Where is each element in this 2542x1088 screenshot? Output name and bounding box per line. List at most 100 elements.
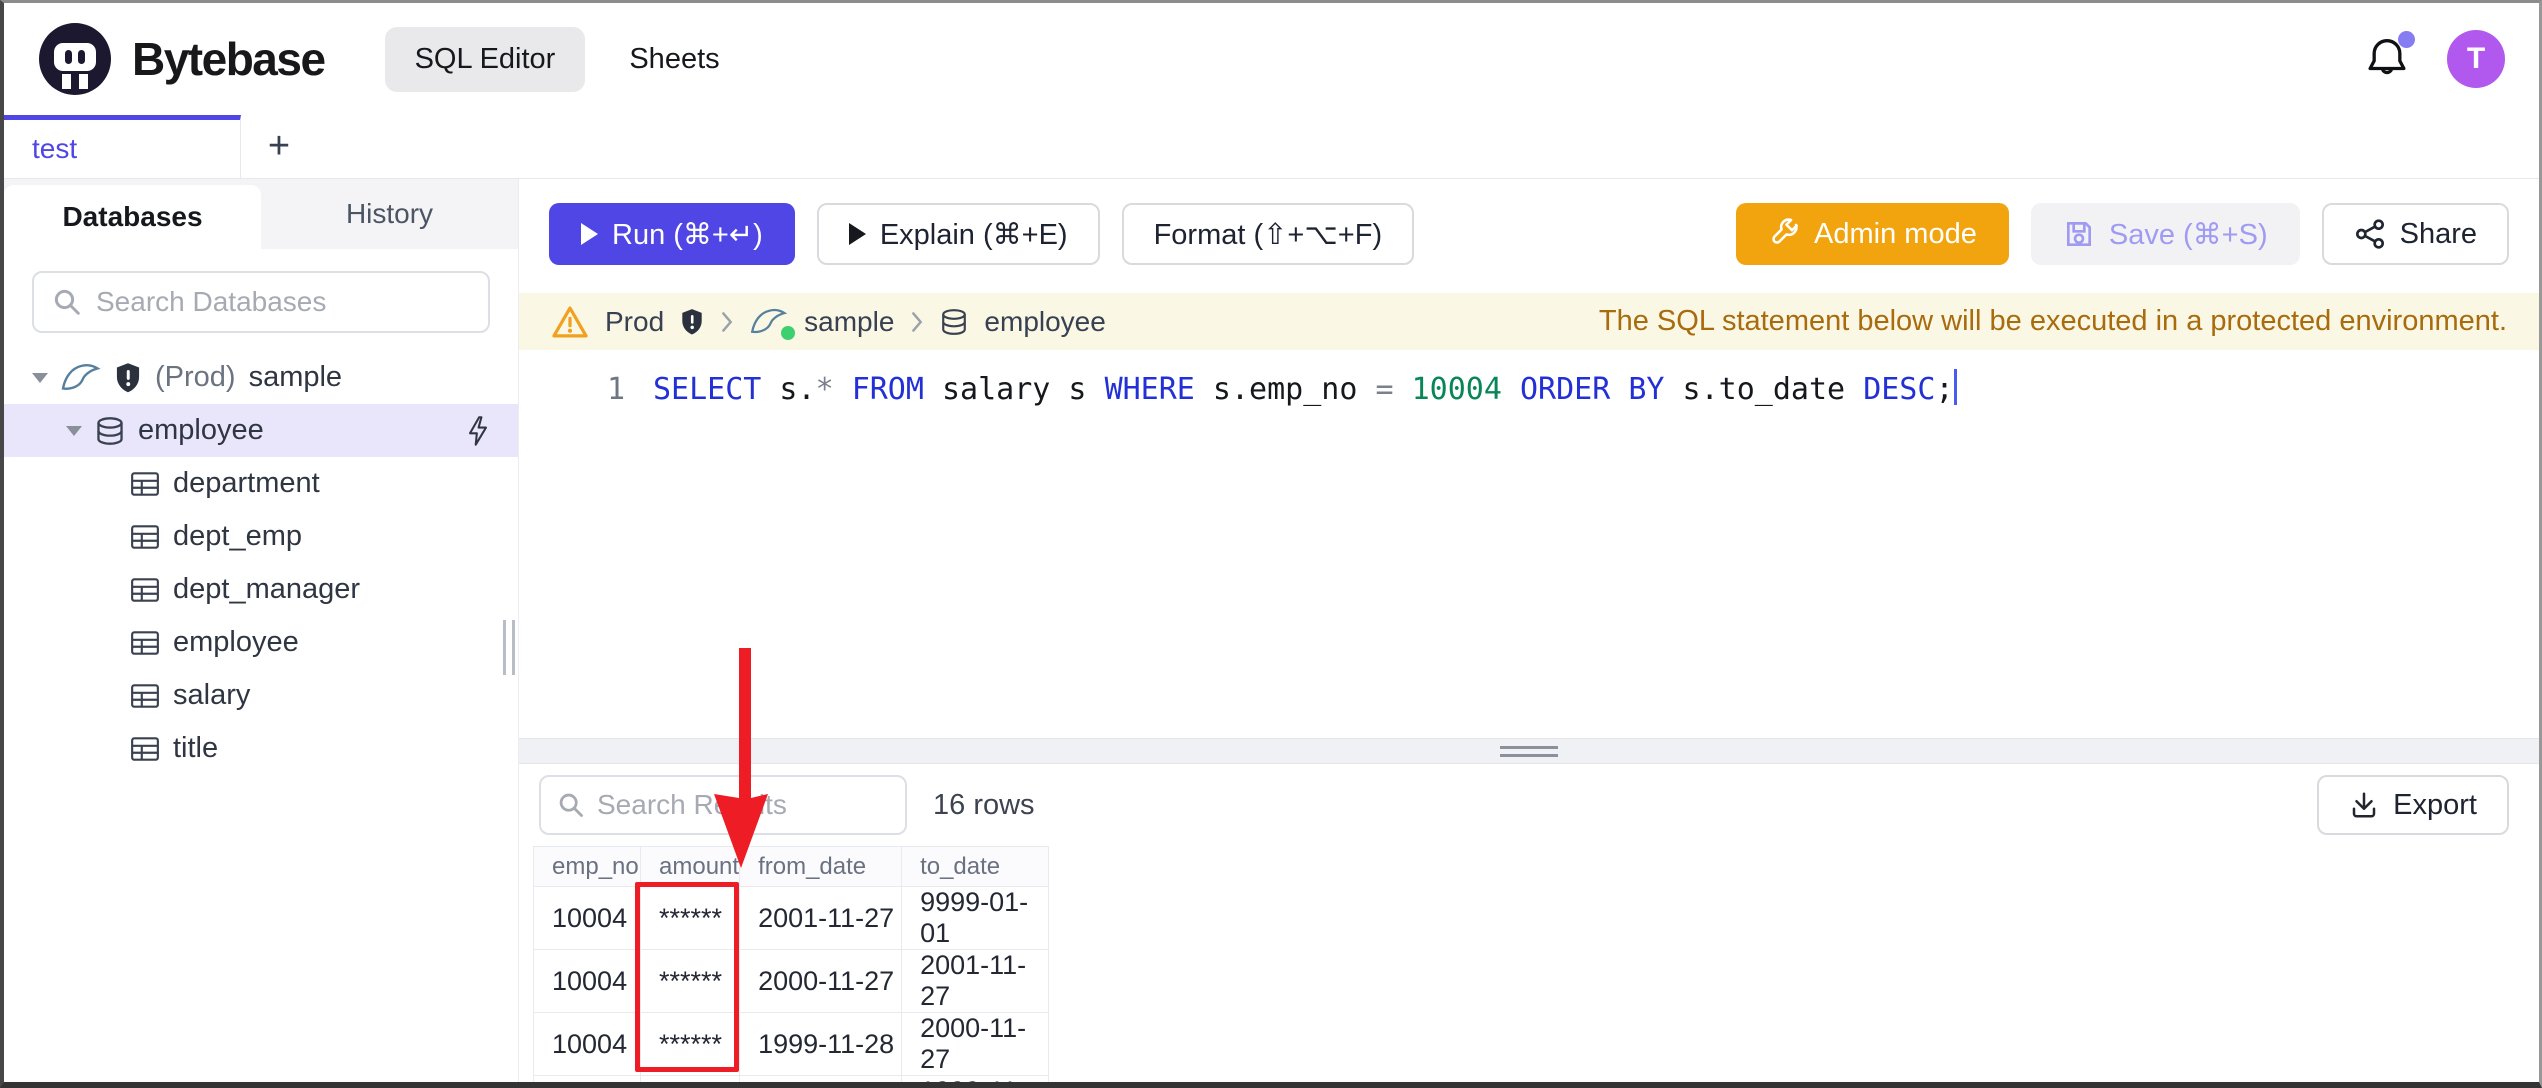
bytebase-sql-editor-window: Bytebase SQL Editor Sheets T test + Data… <box>0 0 2542 1088</box>
tree-table-employee[interactable]: employee <box>4 616 518 669</box>
main-panel: Run (⌘+↵) Explain (⌘+E) Format (⇧+⌥+F) A… <box>519 179 2539 1082</box>
share-button[interactable]: Share <box>2321 203 2509 265</box>
notification-dot <box>2398 31 2415 48</box>
sidebar-resize-handle[interactable] <box>503 620 515 675</box>
column-header-amount[interactable]: amount <box>639 846 741 887</box>
cell[interactable]: 2000-11-27 <box>739 949 903 1013</box>
table-name: title <box>173 732 219 764</box>
body: Databases History Search Databases (Prod… <box>4 179 2539 1082</box>
column-header-to-date[interactable]: to_date <box>901 846 1050 887</box>
column-header-emp-no[interactable]: emp_no <box>533 846 641 887</box>
breadcrumb-table[interactable]: employee <box>984 306 1105 338</box>
chevron-right-icon <box>912 311 923 332</box>
breadcrumb-environment[interactable]: Prod <box>605 306 664 338</box>
cell-masked[interactable]: ****** <box>639 1075 741 1082</box>
table-icon <box>131 471 159 496</box>
caret-down-icon[interactable] <box>66 425 82 436</box>
tree-table-department[interactable]: department <box>4 457 518 510</box>
nav-sheets[interactable]: Sheets <box>629 43 719 76</box>
search-databases-input[interactable] <box>96 286 470 318</box>
caret-down-icon[interactable] <box>32 372 48 383</box>
cell[interactable]: 10004 <box>533 1075 641 1082</box>
tab-history[interactable]: History <box>261 179 518 249</box>
tab-databases[interactable]: Databases <box>4 185 261 249</box>
table-name: dept_manager <box>173 573 361 605</box>
cell[interactable]: 2001-11-27 <box>739 886 903 950</box>
explain-label: Explain (⌘+E) <box>879 218 1068 251</box>
run-button[interactable]: Run (⌘+↵) <box>549 203 795 265</box>
table-row[interactable]: 10004 ****** 1999-11-28 2000-11-27 <box>533 1012 1050 1076</box>
table-icon <box>131 524 159 549</box>
text-cursor <box>1953 369 1957 405</box>
admin-mode-button[interactable]: Admin mode <box>1736 203 2009 265</box>
share-label: Share <box>2399 217 2477 250</box>
chevron-right-icon <box>722 311 733 332</box>
sheet-tab-label: test <box>32 133 78 164</box>
environment-label: (Prod) <box>155 361 236 393</box>
cell[interactable]: 2001-11-27 <box>901 949 1050 1013</box>
sidebar-tabs: Databases History <box>4 179 518 249</box>
play-icon <box>848 223 866 245</box>
protected-environment-banner: Prod sample employee The SQL statement b… <box>519 293 2539 350</box>
table-row[interactable]: 10004 ****** 2000-11-27 2001-11-27 <box>533 949 1050 1013</box>
bytebase-logo[interactable]: Bytebase <box>38 22 326 96</box>
admin-mode-label: Admin mode <box>1814 217 1977 250</box>
column-header-from-date[interactable]: from_date <box>739 846 903 887</box>
cell[interactable]: 10004 <box>533 949 641 1013</box>
search-results-input[interactable] <box>597 789 889 821</box>
notification-bell-icon[interactable] <box>2365 31 2415 83</box>
brand-name: Bytebase <box>132 33 326 85</box>
avatar[interactable]: T <box>2447 30 2505 88</box>
sheet-tab-test[interactable]: test <box>4 115 241 178</box>
tree-table-title[interactable]: title <box>4 722 518 775</box>
sql-code-line[interactable]: SELECT s.* FROM salary s WHERE s.emp_no … <box>625 366 1957 738</box>
table-row[interactable]: 10004 ****** 2001-11-27 9999-01-01 <box>533 886 1050 950</box>
results-search <box>539 775 907 835</box>
header-right: T <box>2365 30 2505 88</box>
save-button[interactable]: Save (⌘+S) <box>2030 203 2300 265</box>
save-label: Save (⌘+S) <box>2108 218 2268 251</box>
new-sheet-button[interactable]: + <box>241 115 317 178</box>
results-table: emp_no amount from_date to_date 10004 **… <box>519 846 2539 1082</box>
results-toolbar: 16 rows Export <box>519 764 2539 846</box>
format-label: Format (⇧+⌥+F) <box>1153 218 1383 251</box>
cell[interactable]: 1998-11-28 <box>739 1075 903 1082</box>
tree-connection[interactable]: (Prod) sample <box>4 351 518 404</box>
sql-editor[interactable]: 1 SELECT s.* FROM salary s WHERE s.emp_n… <box>519 350 2539 738</box>
nav-sql-editor[interactable]: SQL Editor <box>384 26 586 92</box>
table-name: salary <box>173 679 251 711</box>
lightning-icon[interactable] <box>464 415 492 447</box>
tree-table-salary[interactable]: salary <box>4 669 518 722</box>
cell[interactable]: 10004 <box>533 1012 641 1076</box>
results-resize-handle[interactable] <box>519 738 2539 764</box>
table-name: employee <box>173 626 299 658</box>
tree-database-employee[interactable]: employee <box>4 404 518 457</box>
cell[interactable]: 1999-11-28 <box>739 1012 903 1076</box>
cell-masked[interactable]: ****** <box>639 886 741 950</box>
breadcrumb-database[interactable]: sample <box>804 306 894 338</box>
explain-button[interactable]: Explain (⌘+E) <box>816 203 1100 265</box>
cell[interactable]: 1999-11-28 <box>901 1075 1050 1082</box>
share-icon <box>2355 219 2384 249</box>
wrench-icon <box>1772 218 1798 244</box>
table-header-row: emp_no amount from_date to_date <box>533 846 1050 887</box>
format-button[interactable]: Format (⇧+⌥+F) <box>1121 203 1415 265</box>
cell[interactable]: 9999-01-01 <box>901 886 1050 950</box>
connection-name: sample <box>248 361 343 393</box>
database-icon <box>97 416 123 445</box>
bytebase-logo-icon <box>39 23 111 95</box>
cell-masked[interactable]: ****** <box>639 1012 741 1076</box>
row-count: 16 rows <box>933 788 1035 821</box>
table-row[interactable]: 10004 ****** 1998-11-28 1999-11-28 <box>533 1075 1050 1082</box>
tree-table-dept-emp[interactable]: dept_emp <box>4 510 518 563</box>
play-icon <box>581 223 598 245</box>
cell[interactable]: 2000-11-27 <box>901 1012 1050 1076</box>
tree-table-dept-manager[interactable]: dept_manager <box>4 563 518 616</box>
search-icon <box>54 289 80 315</box>
database-icon <box>942 308 967 335</box>
download-icon <box>2352 792 2376 818</box>
export-button[interactable]: Export <box>2317 775 2509 835</box>
cell[interactable]: 10004 <box>533 886 641 950</box>
cell-masked[interactable]: ****** <box>639 949 741 1013</box>
plus-icon: + <box>267 125 291 167</box>
